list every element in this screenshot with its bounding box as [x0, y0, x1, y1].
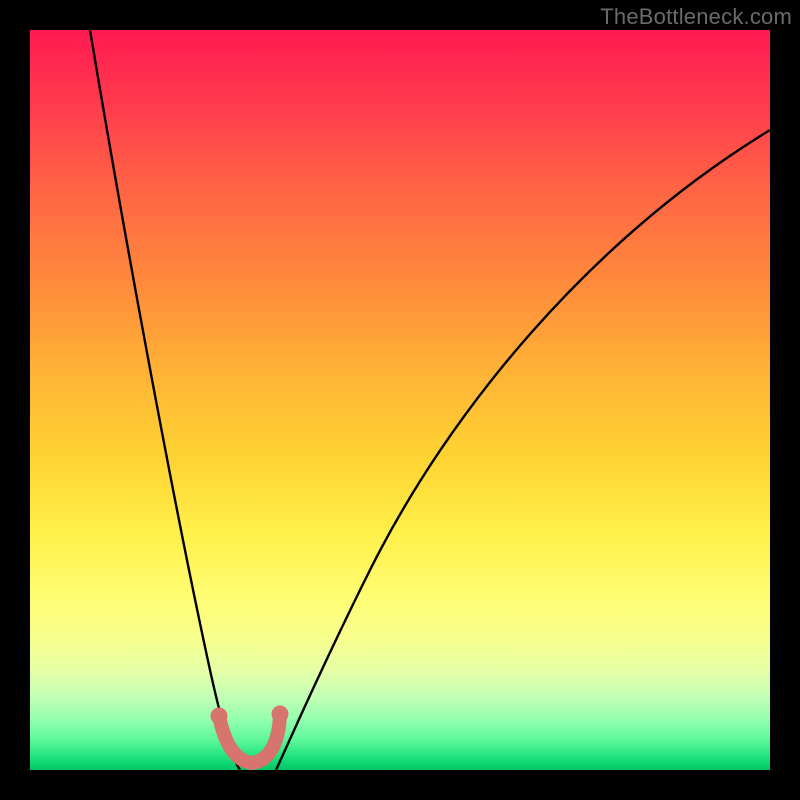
marker-dot-icon [211, 708, 228, 725]
optimum-u-marker [219, 714, 280, 763]
curve-layer [30, 30, 770, 770]
bottleneck-curve-left [90, 30, 240, 770]
marker-dot-icon [272, 706, 289, 723]
bottleneck-curve-right [276, 130, 770, 770]
watermark-text: TheBottleneck.com [600, 4, 792, 30]
plot-area [30, 30, 770, 770]
